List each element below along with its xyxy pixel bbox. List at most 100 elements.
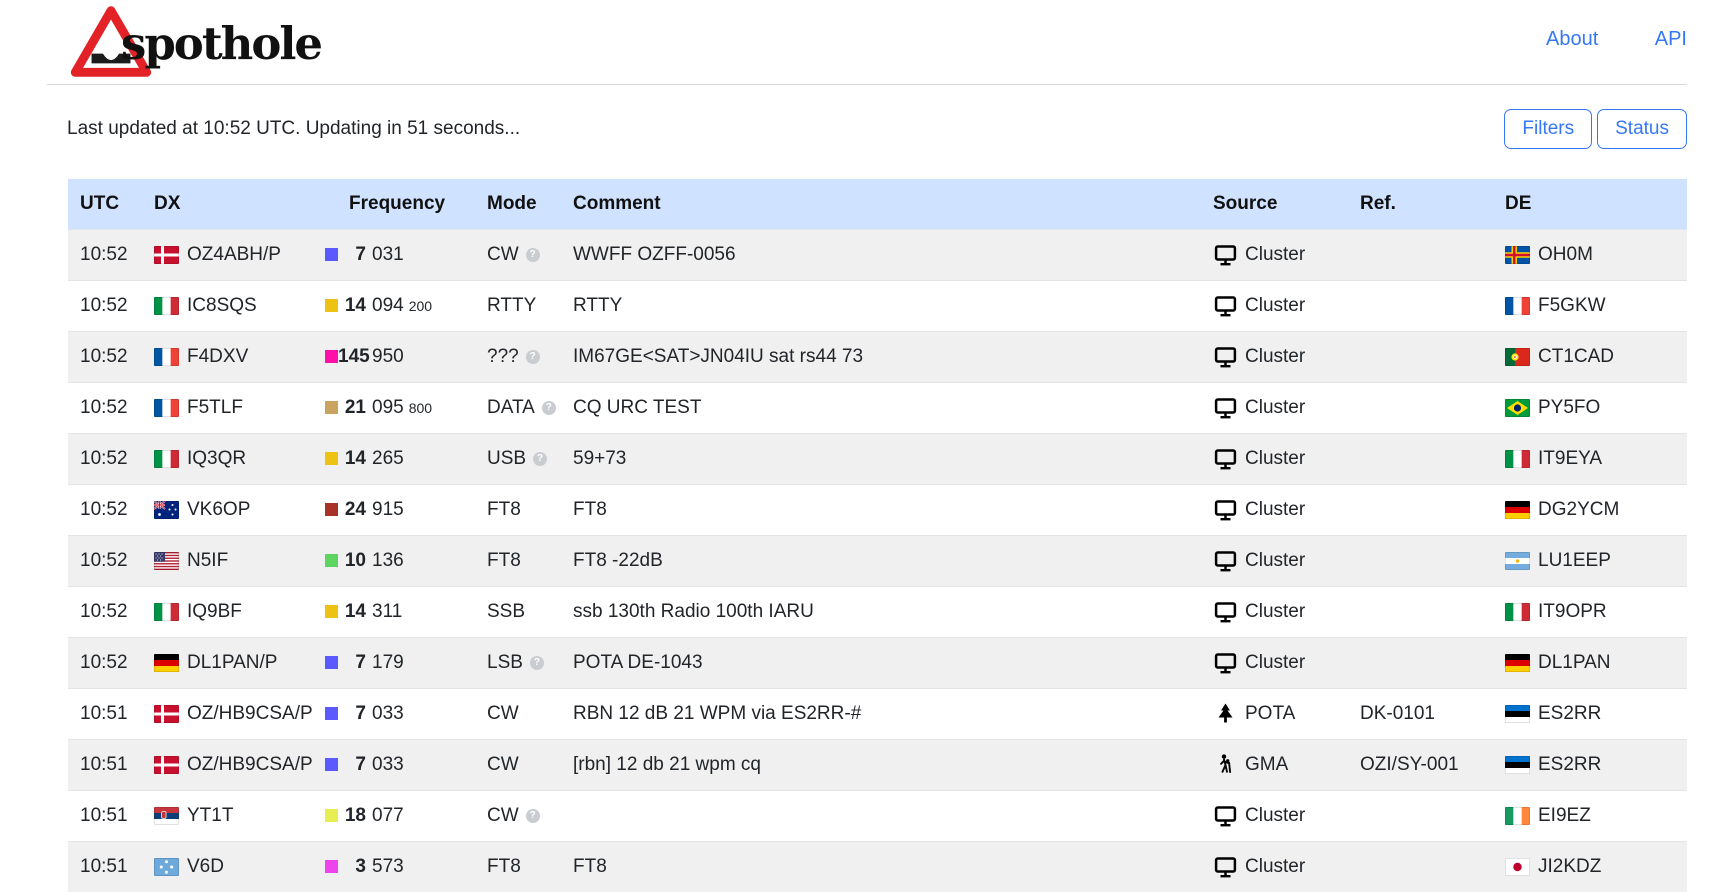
monitor-icon bbox=[1213, 294, 1238, 318]
mode-help-icon[interactable]: ? bbox=[542, 401, 556, 415]
dx-callsign[interactable]: IQ3QR bbox=[187, 448, 246, 470]
spot-time: 10:52 bbox=[68, 229, 154, 280]
column-header-de: DE bbox=[1505, 179, 1687, 229]
spot-dx-cell: IC8SQS bbox=[154, 280, 325, 331]
de-country-flag-argentina-icon bbox=[1505, 552, 1530, 570]
table-row: 10:51OZ/HB9CSA/P7033CWRBN 12 dB 21 WPM v… bbox=[68, 688, 1687, 739]
site-header: spothole About API bbox=[47, 0, 1687, 85]
dx-callsign[interactable]: N5IF bbox=[187, 550, 228, 572]
spot-comment: WWFF OZFF-0056 bbox=[573, 229, 1213, 280]
spot-mode-cell: ???? bbox=[487, 331, 573, 382]
spot-ref bbox=[1360, 382, 1505, 433]
dx-callsign[interactable]: IC8SQS bbox=[187, 295, 257, 317]
mode-label: USB bbox=[487, 448, 526, 470]
frequency-mhz: 7 bbox=[338, 244, 366, 266]
de-callsign[interactable]: F5GKW bbox=[1538, 295, 1606, 317]
nav-about-link[interactable]: About bbox=[1546, 28, 1598, 50]
de-callsign[interactable]: ES2RR bbox=[1538, 754, 1601, 776]
spot-dx-cell: VK6OP bbox=[154, 484, 325, 535]
dx-callsign[interactable]: F5TLF bbox=[187, 397, 243, 419]
table-row: 10:52VK6OP24915FT8FT8ClusterDG2YCM bbox=[68, 484, 1687, 535]
dx-country-flag-italy-icon bbox=[154, 603, 179, 621]
spot-ref bbox=[1360, 280, 1505, 331]
table-row: 10:52N5IF10136FT8FT8 -22dBClusterLU1EEP bbox=[68, 535, 1687, 586]
spot-source-cell: Cluster bbox=[1213, 382, 1360, 433]
frequency-khz: 311 bbox=[372, 601, 402, 623]
de-callsign[interactable]: OH0M bbox=[1538, 244, 1593, 266]
filters-button[interactable]: Filters bbox=[1504, 109, 1592, 149]
dx-callsign[interactable]: VK6OP bbox=[187, 499, 250, 521]
monitor-icon bbox=[1213, 651, 1238, 675]
frequency-mhz: 7 bbox=[338, 703, 366, 725]
de-callsign[interactable]: DL1PAN bbox=[1538, 652, 1611, 674]
band-color-icon bbox=[325, 248, 338, 261]
frequency-mhz: 3 bbox=[338, 856, 366, 878]
de-callsign[interactable]: EI9EZ bbox=[1538, 805, 1591, 827]
spot-dx-cell: IQ3QR bbox=[154, 433, 325, 484]
mode-label: CW bbox=[487, 244, 519, 266]
dx-country-flag-germany-icon bbox=[154, 654, 179, 672]
mode-help-icon[interactable]: ? bbox=[530, 656, 544, 670]
spot-de-cell: EI9EZ bbox=[1505, 790, 1687, 841]
dx-callsign[interactable]: DL1PAN/P bbox=[187, 652, 277, 674]
spot-dx-cell: V6D bbox=[154, 841, 325, 892]
de-country-flag-estonia-icon bbox=[1505, 705, 1530, 723]
nav-api-link[interactable]: API bbox=[1655, 28, 1687, 50]
source-label: Cluster bbox=[1245, 805, 1305, 827]
status-button[interactable]: Status bbox=[1597, 109, 1687, 149]
spot-source-cell: Cluster bbox=[1213, 535, 1360, 586]
dx-callsign[interactable]: OZ/HB9CSA/P bbox=[187, 754, 313, 776]
dx-callsign[interactable]: OZ/HB9CSA/P bbox=[187, 703, 313, 725]
de-callsign[interactable]: ES2RR bbox=[1538, 703, 1601, 725]
column-header-comment: Comment bbox=[573, 179, 1213, 229]
spot-de-cell: LU1EEP bbox=[1505, 535, 1687, 586]
table-row: 10:52IC8SQS14094200RTTYRTTYClusterF5GKW bbox=[68, 280, 1687, 331]
frequency-khz: 033 bbox=[372, 703, 404, 725]
band-color-icon bbox=[325, 809, 338, 822]
frequency-mhz: 14 bbox=[338, 295, 366, 317]
spot-frequency-cell: 7 033 bbox=[325, 688, 487, 739]
de-callsign[interactable]: IT9OPR bbox=[1538, 601, 1607, 623]
de-callsign[interactable]: PY5FO bbox=[1538, 397, 1600, 419]
spot-de-cell: PY5FO bbox=[1505, 382, 1687, 433]
dx-callsign[interactable]: OZ4ABH/P bbox=[187, 244, 281, 266]
monitor-icon bbox=[1213, 804, 1238, 828]
frequency-mhz: 14 bbox=[338, 448, 366, 470]
logo[interactable]: spothole bbox=[68, 5, 321, 78]
de-callsign[interactable]: DG2YCM bbox=[1538, 499, 1619, 521]
de-callsign[interactable]: LU1EEP bbox=[1538, 550, 1611, 572]
spot-time: 10:52 bbox=[68, 280, 154, 331]
frequency-khz: 136 bbox=[372, 550, 404, 572]
spot-dx-cell: F4DXV bbox=[154, 331, 325, 382]
mode-help-icon[interactable]: ? bbox=[526, 350, 540, 364]
mode-help-icon[interactable]: ? bbox=[533, 452, 547, 466]
dx-callsign[interactable]: F4DXV bbox=[187, 346, 248, 368]
frequency-mhz: 7 bbox=[338, 652, 366, 674]
mode-help-icon[interactable]: ? bbox=[526, 248, 540, 262]
spot-mode-cell: SSB bbox=[487, 586, 573, 637]
dx-callsign[interactable]: IQ9BF bbox=[187, 601, 242, 623]
spot-time: 10:51 bbox=[68, 688, 154, 739]
mode-help-icon[interactable]: ? bbox=[526, 809, 540, 823]
spot-de-cell: F5GKW bbox=[1505, 280, 1687, 331]
source-label: POTA bbox=[1245, 703, 1295, 725]
spot-dx-cell: OZ/HB9CSA/P bbox=[154, 739, 325, 790]
band-color-icon bbox=[325, 452, 338, 465]
source-label: Cluster bbox=[1245, 601, 1305, 623]
de-callsign[interactable]: IT9EYA bbox=[1538, 448, 1602, 470]
spot-comment: FT8 bbox=[573, 484, 1213, 535]
mode-label: DATA bbox=[487, 397, 535, 419]
spot-ref bbox=[1360, 637, 1505, 688]
dx-country-flag-denmark-icon bbox=[154, 246, 179, 264]
dx-callsign[interactable]: V6D bbox=[187, 856, 224, 878]
de-callsign[interactable]: JI2KDZ bbox=[1538, 856, 1601, 878]
de-callsign[interactable]: CT1CAD bbox=[1538, 346, 1614, 368]
spot-time: 10:52 bbox=[68, 637, 154, 688]
spot-source-cell: Cluster bbox=[1213, 586, 1360, 637]
spot-mode-cell: LSB? bbox=[487, 637, 573, 688]
dx-callsign[interactable]: YT1T bbox=[187, 805, 233, 827]
spot-de-cell: DG2YCM bbox=[1505, 484, 1687, 535]
spot-comment: CQ URC TEST bbox=[573, 382, 1213, 433]
spot-source-cell: POTA bbox=[1213, 688, 1360, 739]
spot-dx-cell: OZ4ABH/P bbox=[154, 229, 325, 280]
